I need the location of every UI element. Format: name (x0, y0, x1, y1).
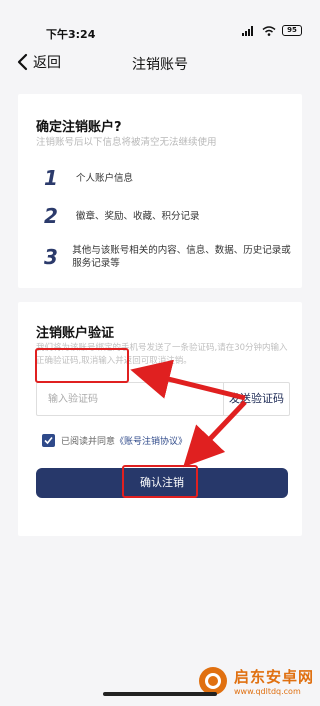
home-indicator[interactable] (103, 692, 217, 696)
annotation-arrows (130, 359, 247, 468)
watermark-url: www.qdltdq.com (234, 687, 301, 696)
watermark: 启东安卓网 www.qdltdq.com (190, 660, 320, 706)
watermark-name: 启东安卓网 (234, 668, 315, 686)
arrow-icon (130, 359, 246, 401)
arrow-icon (183, 400, 247, 468)
